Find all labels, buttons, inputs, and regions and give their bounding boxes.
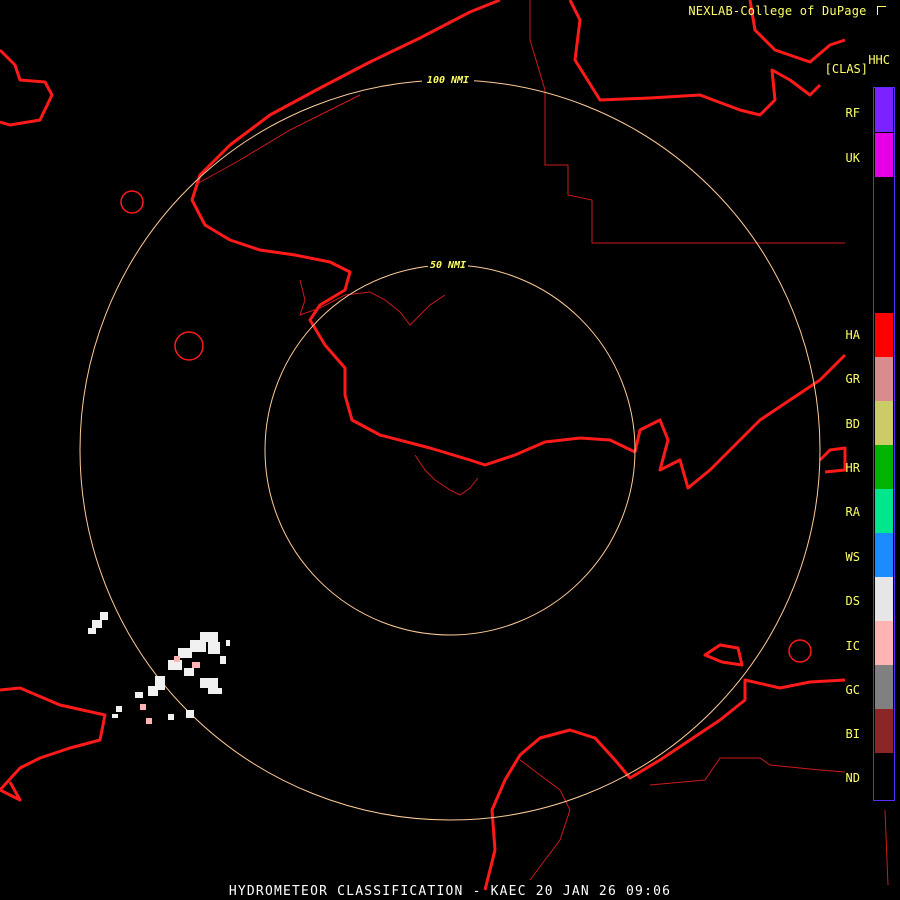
echo-cell [220,656,226,664]
echo-cell [208,642,220,654]
legend-label-bi: BI [845,727,860,741]
coastlines [0,0,847,891]
echo-cell [116,706,122,712]
echo-cell [135,692,143,698]
peninsula-detail [519,759,571,881]
legend-label-ic: IC [845,639,860,653]
legend-swatch-gc [875,665,893,709]
east-coastline [633,353,847,490]
island-2 [174,331,204,361]
echo-cell [88,628,96,634]
legend-swatch-gr [875,357,893,401]
radar-echoes [88,612,230,724]
legend-swatch-rf [875,88,893,132]
echo-cell [178,648,192,658]
legend-swatch-ds [875,577,893,621]
legend-label-hr: HR [845,461,860,475]
echo-cell [200,632,218,642]
legend-swatch-ic [875,621,893,665]
echo-cell [186,710,194,718]
radar-map: 100 NMI 50 NMI [0,0,889,891]
echo-cell [200,678,218,688]
echo-cell [184,668,194,676]
echo-cell [140,704,146,710]
legend-label-gc: GC [845,683,860,697]
legend-label-uk: UK [845,151,860,165]
south-bay [703,643,744,667]
ring-100nmi [79,79,821,821]
legend-swatch-ws [875,533,893,577]
echo-cell [100,612,108,620]
northwest-coast [0,48,54,127]
product-type: [CLAS] [824,62,868,76]
legend-swatch-uk [875,133,893,177]
echo-cell [168,714,174,720]
product-code: HHC [868,53,890,67]
legend-color-bar [873,87,895,801]
credit-text: NEXLAB-College of DuPage [688,4,886,18]
echo-cell [174,656,180,662]
legend-swatch-bd [875,401,893,445]
southwest-coast [0,686,107,802]
legend-swatch-hr [875,445,893,489]
legend-label-gr: GR [845,372,860,386]
echo-cell [192,662,200,668]
legend-swatch-ra [875,489,893,533]
echo-cell [146,718,152,724]
island-1 [120,190,144,214]
credit-label: NEXLAB-College of DuPage [688,4,867,18]
product-title: HYDROMETEOR CLASSIFICATION - KAEC 20 JAN… [228,884,672,899]
south-peninsula [483,678,846,891]
corner-icon [877,6,886,15]
legend-label-rf: RF [845,106,860,120]
legend-label-bd: BD [845,417,860,431]
legend-label-ha: HA [845,328,860,342]
north-shore-detail [194,94,361,186]
legend-label-nd: ND [845,771,860,785]
island-3 [788,639,812,663]
radar-display: 100 NMI 50 NMI NEXLAB-College of DuPage … [0,0,900,900]
echo-cell [92,620,102,628]
legend-swatch-bi [875,709,893,753]
legend-label-ra: RA [845,505,860,519]
ring-50nmi [264,264,636,636]
echo-cell [112,714,118,718]
north-coastline [190,0,636,467]
echo-cell [208,688,222,694]
legend-swatch-nd [875,753,893,797]
ring-50nmi-label: 50 NMI [430,260,466,271]
legend-swatch-ha [875,313,893,357]
ring-100nmi-label: 100 NMI [427,75,469,86]
echo-cell [226,640,230,646]
legend-label-ws: WS [845,550,860,564]
echo-cell [148,686,158,696]
range-rings [79,79,821,821]
legend-label-ds: DS [845,594,860,608]
